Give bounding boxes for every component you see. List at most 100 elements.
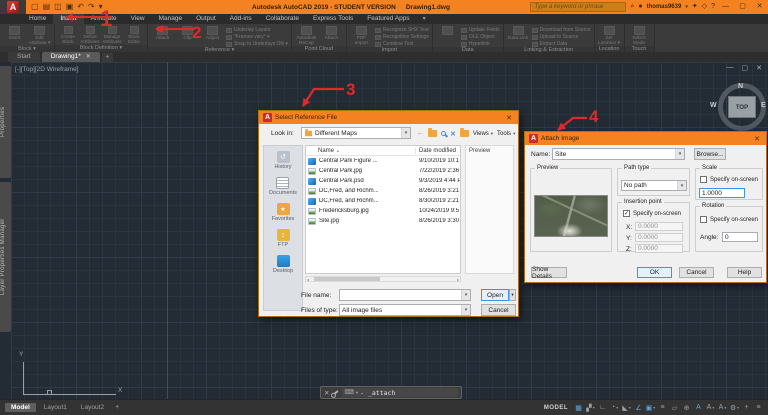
annotation-autoscale-icon[interactable]: A ▾: [705, 402, 716, 414]
delete-icon[interactable]: ✕: [450, 130, 456, 138]
annotation-scale-icon[interactable]: A ▾: [717, 402, 728, 414]
ribbon-button-set-location[interactable]: Set Location ▾: [598, 26, 621, 46]
ribbon-button-attach[interactable]: Attach: [151, 26, 174, 41]
ribbon-button-autodesk-recap[interactable]: Autodesk ReCap: [295, 26, 318, 46]
file-row-dc-fred-and-richm[interactable]: DC,Fred, and Richm... 8/26/2019 3:21: [306, 186, 460, 196]
place-desktop[interactable]: Desktop: [273, 255, 293, 274]
ribbon-button-download-from-source[interactable]: Download from Source: [531, 27, 591, 33]
open-button[interactable]: Open: [481, 289, 509, 301]
help-button[interactable]: Help: [727, 267, 762, 278]
polar-tracking-icon[interactable]: ◔ ▾: [609, 402, 620, 414]
file-name-input[interactable]: ▾: [339, 289, 471, 301]
command-line-close-icon[interactable]: ✕: [324, 389, 329, 397]
layout-tab-layout2[interactable]: Layout2: [75, 403, 110, 412]
qat-dropdown-icon[interactable]: ▾: [99, 0, 103, 14]
command-line-customize-icon[interactable]: [332, 389, 340, 396]
image-name-combo[interactable]: Site ▾: [552, 148, 685, 160]
viewcube-top-face[interactable]: TOP: [728, 96, 756, 118]
path-type-combo[interactable]: No path ▾: [621, 180, 687, 191]
file-row-fredericksburg-jpg[interactable]: Fredericksburg.jpg 10/24/2019 9:5: [306, 206, 460, 216]
snap-mode-icon[interactable]: ▞ ▾: [585, 402, 596, 414]
ribbon-panel-label-block-definition[interactable]: Block Definition ▾: [55, 45, 147, 52]
undo-icon[interactable]: ↶: [77, 0, 84, 14]
browse-button[interactable]: Browse...: [694, 148, 726, 160]
cancel-button[interactable]: Cancel: [481, 304, 516, 316]
signed-in-user[interactable]: thomas9639: [647, 4, 682, 10]
insertion-specify-on-screen-checkbox[interactable]: ✓: [623, 210, 630, 217]
ortho-mode-icon[interactable]: ∟: [597, 402, 608, 414]
ribbon-button-field-icon[interactable]: [436, 26, 459, 36]
viewcube-north[interactable]: N: [738, 83, 743, 90]
sidebar-tab-properties[interactable]: Properties: [0, 66, 11, 178]
grid-display-icon[interactable]: ▦: [573, 402, 584, 414]
close-tab-icon[interactable]: ✕: [86, 52, 91, 62]
place-documents[interactable]: Documents: [269, 177, 297, 196]
ribbon-button-define-attributes[interactable]: Define Attributes: [80, 26, 100, 45]
ribbon-tab-collaborate[interactable]: Collaborate: [259, 14, 306, 24]
layout-tab-model[interactable]: Model: [5, 403, 36, 412]
restore-button[interactable]: ▢: [736, 0, 749, 14]
x-input[interactable]: 0.0000: [635, 222, 683, 231]
new-layout-icon[interactable]: +: [112, 404, 122, 411]
save-icon[interactable]: ◫: [54, 0, 62, 14]
transparency-icon[interactable]: ▱: [669, 402, 680, 414]
show-details-button[interactable]: Show Details: [531, 266, 567, 280]
up-one-level-icon[interactable]: [428, 128, 437, 137]
scale-specify-on-screen-checkbox[interactable]: [700, 176, 707, 183]
ribbon-button-create-block[interactable]: Create Block: [58, 26, 78, 45]
osnap-tracking-icon[interactable]: ∠: [633, 402, 644, 414]
file-row-dc-fred-and-richm[interactable]: DC,Fred, and Richm... 8/30/2019 2:21: [306, 196, 460, 206]
ribbon-tab-output[interactable]: Output: [189, 14, 223, 24]
select-reference-dialog-titlebar[interactable]: A Select Reference File ✕: [259, 111, 518, 124]
scrollbar-thumb[interactable]: [314, 277, 380, 281]
place-ftp[interactable]: ↕ FTP: [276, 229, 290, 248]
place-history[interactable]: ↺ History: [274, 151, 292, 170]
dialog-close-icon[interactable]: ✕: [752, 135, 762, 143]
column-header-name[interactable]: Name ▴: [306, 147, 416, 154]
ribbon-button-recognize-shx-text[interactable]: Recognize SHX Text: [374, 27, 429, 33]
create-new-folder-icon[interactable]: [459, 128, 469, 137]
new-file-icon[interactable]: ▢: [31, 0, 39, 14]
ribbon-button-ole-object[interactable]: OLE Object: [460, 34, 500, 40]
ribbon-button-clip[interactable]: Clip: [176, 26, 199, 41]
ribbon-button-adjust[interactable]: Adjust: [201, 26, 224, 41]
ribbon-button-attach[interactable]: Attach: [320, 26, 343, 41]
attach-image-dialog-titlebar[interactable]: A Attach Image ✕: [525, 132, 766, 145]
sidebar-tab-layer-properties-manager[interactable]: Layer Properties Manager: [0, 182, 11, 332]
autodesk-360-icon[interactable]: ◇: [702, 0, 707, 14]
ribbon-button-data-link[interactable]: Data Link: [507, 26, 530, 41]
column-header-date-modified[interactable]: Date modified: [416, 148, 460, 154]
recent-commands-caret-icon[interactable]: ▾: [356, 390, 358, 396]
command-input[interactable]: ⌨ ▾ - _attach: [342, 388, 458, 397]
ribbon-tab-home[interactable]: Home: [22, 14, 53, 24]
cancel-button[interactable]: Cancel: [679, 267, 714, 278]
search-the-web-icon[interactable]: [441, 131, 446, 136]
ribbon-button-edit-attribute[interactable]: Edit Attribute ▾: [28, 26, 51, 46]
ribbon-tab-manage[interactable]: Manage: [152, 14, 190, 24]
look-in-combo[interactable]: Different Maps ▾: [301, 127, 411, 139]
file-tab-start[interactable]: Start: [8, 52, 40, 62]
annotation-visibility-icon[interactable]: A: [693, 402, 704, 414]
model-space-badge[interactable]: MODEL: [544, 405, 568, 411]
file-row-central-park-figure[interactable]: Central Park Figure ... 9/10/2019 10:1: [306, 156, 460, 166]
open-file-icon[interactable]: ▤: [43, 0, 51, 14]
ribbon-tab-insert[interactable]: Insert: [53, 14, 84, 24]
views-menu-button[interactable]: Views ▾: [473, 131, 493, 137]
ribbon-button-underlay-layers[interactable]: Underlay Layers: [226, 27, 288, 33]
ribbon-tab-view[interactable]: View: [124, 14, 152, 24]
ribbon-tab-add-ins[interactable]: Add-ins: [223, 14, 259, 24]
ribbon-button-manage-attributes[interactable]: Manage Attributes: [102, 26, 122, 45]
help-search-input[interactable]: Type a keyword or phrase: [530, 2, 627, 12]
ribbon-tab-express-tools[interactable]: Express Tools: [306, 14, 360, 24]
plot-icon[interactable]: ▣: [66, 0, 74, 14]
ribbon-button-pdf-import[interactable]: PDF Import: [350, 26, 373, 46]
selection-cycling-icon[interactable]: ⊕: [681, 402, 692, 414]
dialog-close-icon[interactable]: ✕: [504, 114, 514, 122]
scale-input[interactable]: 1.0000: [699, 188, 745, 198]
command-line[interactable]: ✕ ⌨ ▾ - _attach: [320, 386, 462, 399]
redo-icon[interactable]: ↷: [88, 0, 95, 14]
close-button[interactable]: ✕: [753, 0, 766, 14]
new-drawing-tab-button[interactable]: +: [101, 53, 113, 62]
place-favorites[interactable]: ★ Favorites: [272, 203, 294, 222]
minimize-button[interactable]: —: [719, 0, 732, 14]
